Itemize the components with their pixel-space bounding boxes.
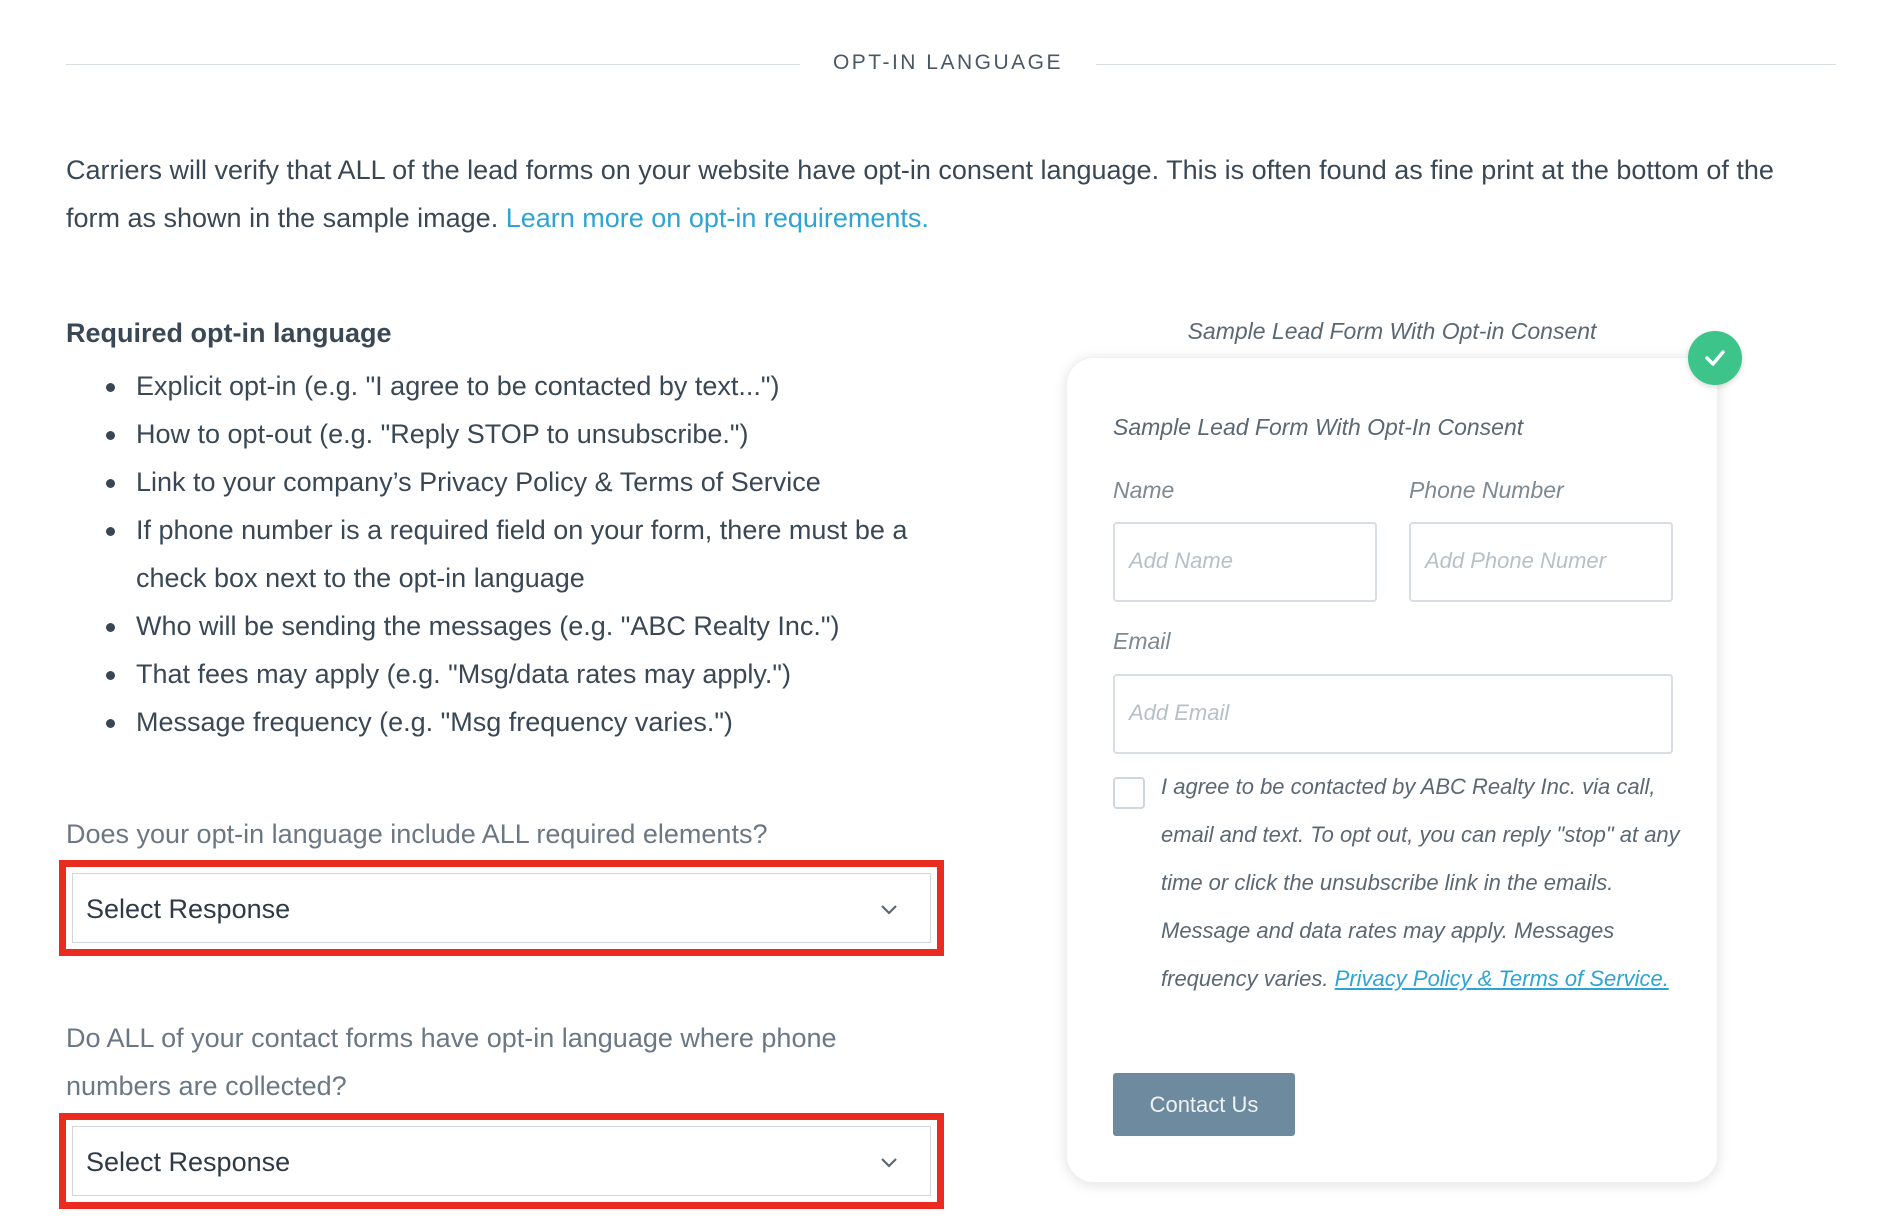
highlight-box: Select Response <box>59 860 944 956</box>
phone-placeholder: Add Phone Numer <box>1425 548 1606 573</box>
list-item: Explicit opt-in (e.g. "I agree to be con… <box>66 362 946 410</box>
list-item: How to opt-out (e.g. "Reply STOP to unsu… <box>66 410 946 458</box>
learn-more-link[interactable]: Learn more on opt-in requirements. <box>506 203 929 233</box>
email-field: Add Email <box>1113 674 1673 754</box>
chevron-down-icon <box>881 1158 897 1168</box>
list-item: That fees may apply (e.g. "Msg/data rate… <box>66 650 946 698</box>
name-field: Add Name <box>1113 522 1377 602</box>
sample-form-title: Sample Lead Form With Opt-In Consent <box>1113 414 1524 440</box>
requirements-list: Explicit opt-in (e.g. "I agree to be con… <box>66 362 946 746</box>
list-item: Link to your company’s Privacy Policy & … <box>66 458 946 506</box>
chevron-down-icon <box>881 905 897 915</box>
contact-us-button: Contact Us <box>1113 1073 1295 1136</box>
email-placeholder: Add Email <box>1129 700 1230 725</box>
check-icon <box>1688 331 1742 385</box>
question-all-elements: Does your opt-in language include ALL re… <box>66 819 768 849</box>
contact-forms-select[interactable]: Select Response <box>72 1126 931 1196</box>
select-value: Select Response <box>86 894 291 924</box>
list-item: Who will be sending the messages (e.g. "… <box>66 602 946 650</box>
divider-left <box>66 64 800 65</box>
phone-field: Add Phone Numer <box>1409 522 1673 602</box>
name-placeholder: Add Name <box>1129 548 1233 573</box>
intro-paragraph: Carriers will verify that ALL of the lea… <box>66 146 1826 242</box>
sample-lead-form-card: Sample Lead Form With Opt-In Consent Nam… <box>1066 357 1718 1183</box>
name-label: Name <box>1113 477 1175 503</box>
consent-copy: I agree to be contacted by ABC Realty In… <box>1161 774 1680 991</box>
divider-right <box>1096 64 1836 65</box>
section-title: OPT-IN LANGUAGE <box>832 51 1064 74</box>
all-elements-select[interactable]: Select Response <box>72 873 931 943</box>
requirements-title: Required opt-in language <box>66 318 392 348</box>
privacy-terms-link: Privacy Policy & Terms of Service. <box>1334 966 1669 991</box>
email-label: Email <box>1113 628 1171 654</box>
list-item: If phone number is a required field on y… <box>66 506 946 602</box>
consent-text: I agree to be contacted by ABC Realty In… <box>1161 763 1691 1003</box>
section-header: OPT-IN LANGUAGE <box>66 44 1836 84</box>
sample-caption: Sample Lead Form With Opt-in Consent <box>1187 318 1597 344</box>
opt-in-language-page: OPT-IN LANGUAGE Carriers will verify tha… <box>0 0 1886 1220</box>
question-contact-forms: Do ALL of your contact forms have opt-in… <box>66 1023 837 1101</box>
consent-checkbox <box>1113 777 1145 809</box>
select-value: Select Response <box>86 1147 291 1177</box>
list-item: Message frequency (e.g. "Msg frequency v… <box>66 698 946 746</box>
phone-label: Phone Number <box>1409 477 1564 503</box>
highlight-box: Select Response <box>59 1113 944 1209</box>
